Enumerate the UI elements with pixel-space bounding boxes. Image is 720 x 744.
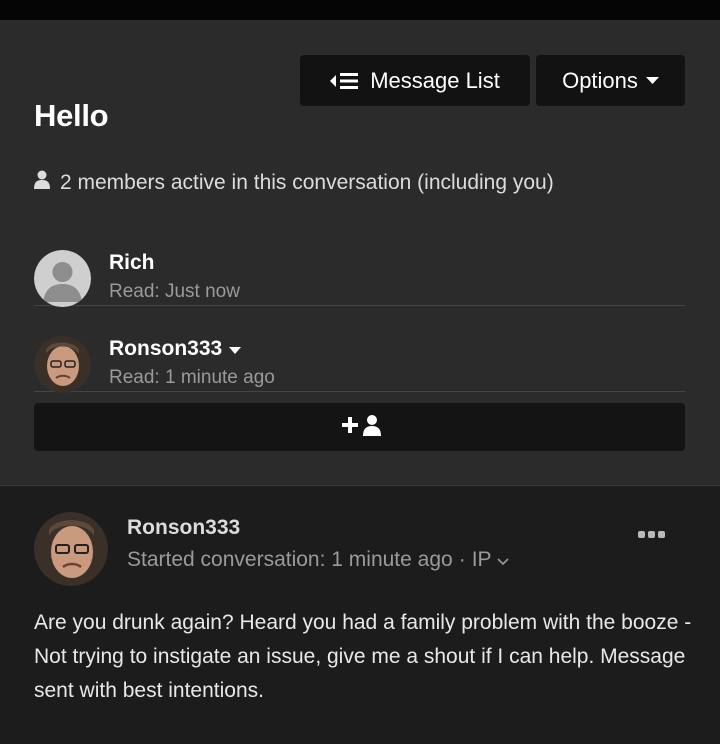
member-name[interactable]: Ronson333 [109, 337, 242, 361]
message-list-label: Message List [370, 67, 500, 93]
member-name[interactable]: Rich [109, 251, 155, 275]
message-post: Ronson333 Started conversation: 1 minute… [0, 486, 720, 744]
conversation-title: Hello [34, 98, 109, 133]
avatar[interactable] [34, 512, 108, 586]
member-read-status: Read: Just now [109, 281, 240, 302]
post-meta: Started conversation: 1 minute ago · IP [127, 548, 509, 572]
meta-separator: · [458, 548, 466, 571]
member-row-ronson333: Ronson333 Read: 1 minute ago [34, 306, 685, 393]
list-arrow-icon [330, 72, 360, 90]
conversation-header-panel: Message List Options Hello 2 members act… [0, 20, 720, 486]
top-bar [0, 0, 720, 20]
avatar[interactable] [34, 336, 91, 393]
member-name-text[interactable]: Rich [109, 251, 155, 275]
options-button[interactable]: Options [536, 55, 685, 106]
ellipsis-icon[interactable] [638, 526, 666, 543]
invite-members-button[interactable] [34, 403, 685, 451]
ip-link[interactable]: IP [472, 548, 509, 572]
add-user-icon [338, 414, 382, 441]
post-author[interactable]: Ronson333 [127, 516, 240, 540]
members-summary: 2 members active in this conversation (i… [34, 170, 554, 195]
caret-down-icon[interactable] [229, 337, 242, 361]
ip-label[interactable]: IP [472, 548, 491, 571]
member-read-status: Read: 1 minute ago [109, 367, 275, 388]
caret-down-icon [645, 76, 659, 85]
options-label: Options [562, 67, 638, 93]
post-meta-text: Started conversation: 1 minute ago [127, 548, 453, 571]
post-body: Are you drunk again? Heard you had a fam… [34, 611, 692, 702]
chevron-down-icon[interactable] [497, 548, 509, 571]
member-row-rich: Rich Read: Just now [34, 220, 685, 307]
member-name-text[interactable]: Ronson333 [109, 337, 222, 361]
more-options-button[interactable] [638, 526, 666, 544]
user-icon [34, 170, 50, 195]
avatar[interactable] [34, 250, 91, 307]
message-list-button[interactable]: Message List [300, 55, 530, 106]
members-summary-text: 2 members active in this conversation (i… [60, 170, 554, 194]
